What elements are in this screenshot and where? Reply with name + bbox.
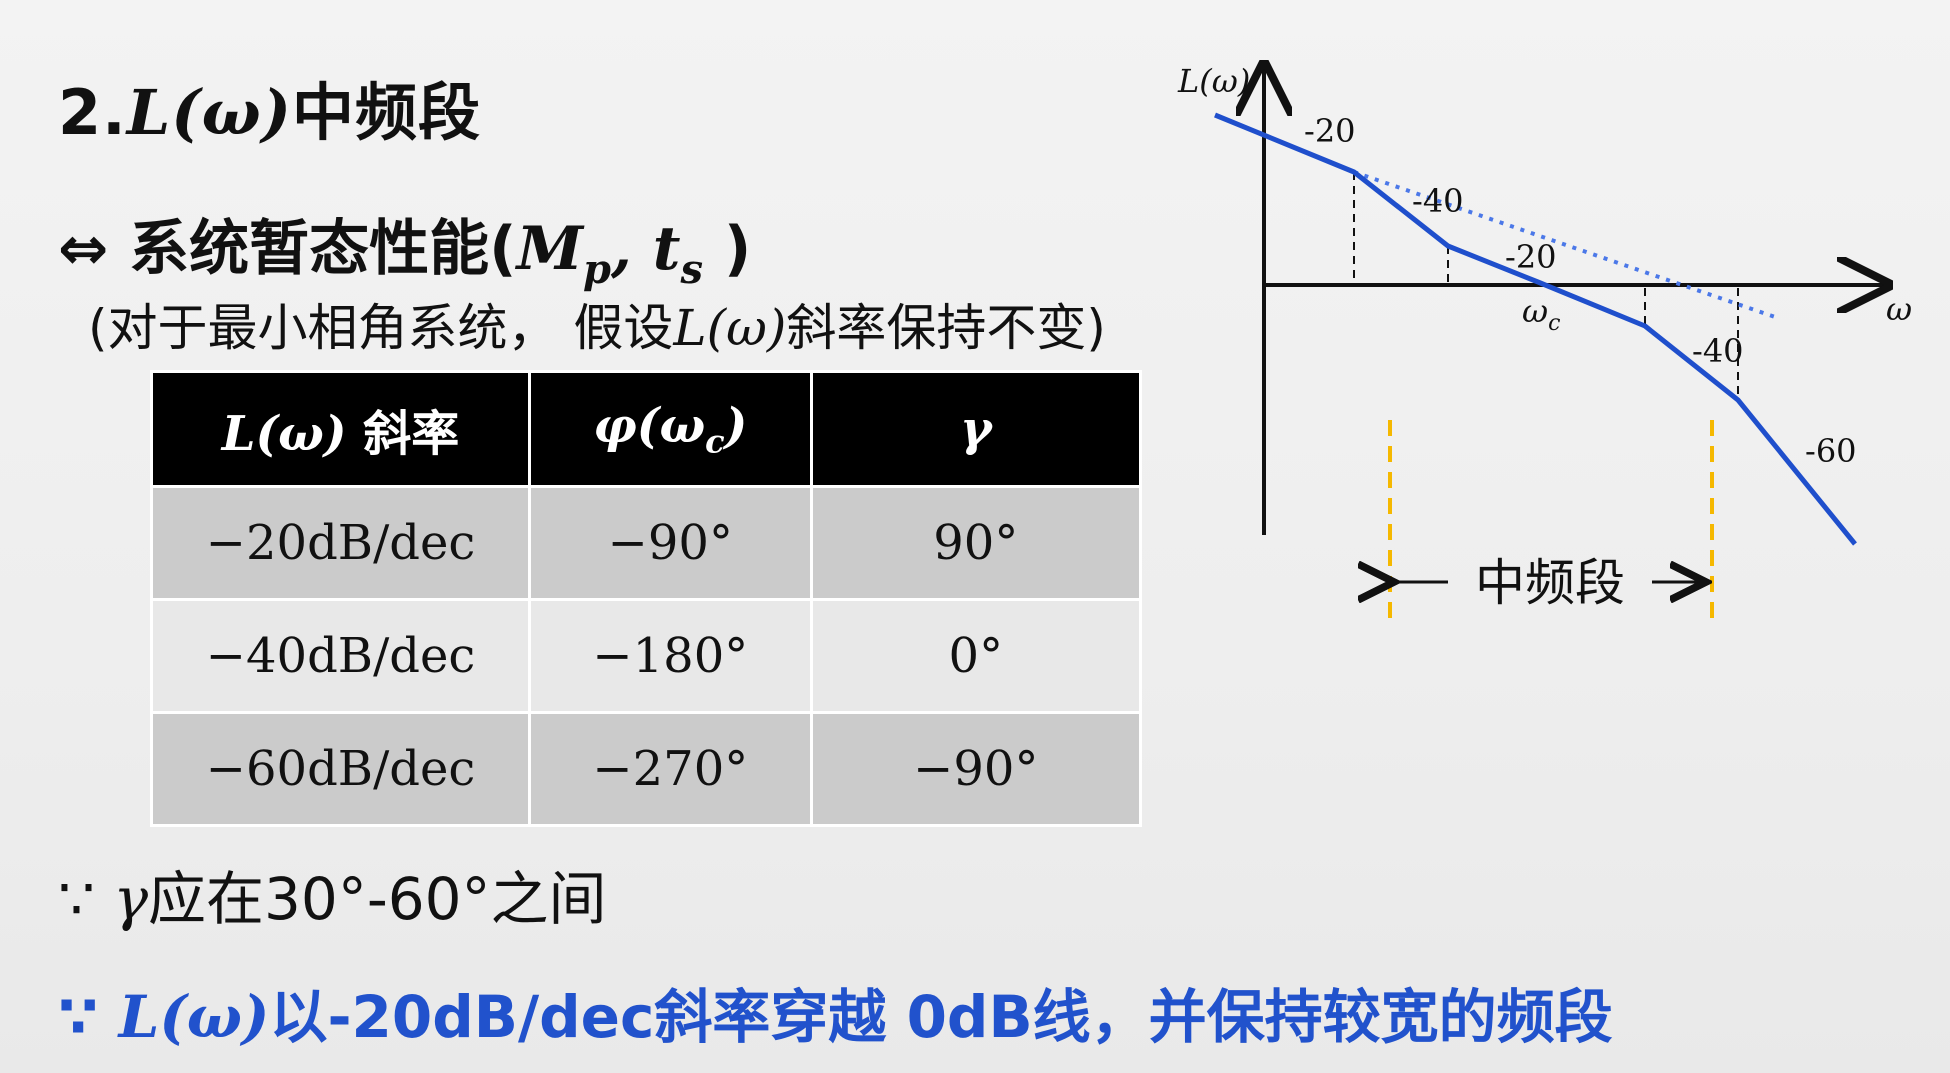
table-row: −60dB/dec −270° −90° xyxy=(149,711,1143,827)
slope-cell: −60dB/dec xyxy=(149,711,532,827)
title-number: 2. xyxy=(58,76,127,149)
equivalence-close: ) xyxy=(703,214,752,284)
header-slope-text: 斜率 xyxy=(346,406,460,462)
because-symbol: ∵ xyxy=(58,983,119,1051)
x-axis-label: ω xyxy=(1886,290,1912,328)
slope-label: -40 xyxy=(1692,332,1744,370)
margin-cell: −90° xyxy=(809,711,1143,827)
slope-label: -20 xyxy=(1505,238,1557,276)
margin-range-statement: ∵ γ应在30°-60°之间 xyxy=(58,852,607,936)
note-open: (对于最小相角系统， 假设 xyxy=(88,299,674,357)
table-row: −20dB/dec −90° 90° xyxy=(149,485,1143,601)
note-math: L(ω) xyxy=(673,299,787,357)
header-phase-close: ) xyxy=(724,397,748,454)
crossover-conclusion: ∵ L(ω)以-20dB/dec斜率穿越 0dB线，并保持较宽的频段 xyxy=(58,970,1613,1054)
header-margin: γ xyxy=(809,370,1143,488)
phase-cell: −270° xyxy=(528,711,813,827)
margin-cell: 90° xyxy=(809,485,1143,601)
margin-cell: 0° xyxy=(809,598,1143,714)
header-slope: L(ω) 斜率 xyxy=(149,370,532,488)
bode-asymptote-diagram: L(ω) ω -20 -40 -20 -40 -60 ωc 中频段 xyxy=(1177,50,1912,628)
overshoot-subscript: p xyxy=(583,246,611,293)
slope-label: -20 xyxy=(1304,112,1356,150)
assumption-note: (对于最小相角系统， 假设L(ω)斜率保持不变) xyxy=(88,288,1106,360)
conclusion-math: L(ω) xyxy=(118,983,270,1051)
header-phase-sub: c xyxy=(705,422,725,461)
phase-cell: −180° xyxy=(528,598,813,714)
equivalence-symbol: ⇔ xyxy=(58,214,109,284)
note-close: 斜率保持不变) xyxy=(786,299,1106,357)
header-phase: φ(ωc) xyxy=(528,370,813,488)
settling-subscript: s xyxy=(680,246,704,293)
slope-cell: −40dB/dec xyxy=(149,598,532,714)
table-row: −40dB/dec −180° 0° xyxy=(149,598,1143,714)
title-text: 中频段 xyxy=(292,76,482,149)
margin-range-text: 应在30°-60°之间 xyxy=(148,865,607,933)
header-slope-math: L(ω) xyxy=(221,406,347,462)
equivalence-line: ⇔ 系统暂态性能(Mp, ts ) xyxy=(58,200,751,293)
because-symbol: ∵ xyxy=(58,865,114,933)
slide-title: 2.L(ω)中频段 xyxy=(58,62,481,152)
slope-label: -40 xyxy=(1412,182,1464,220)
table-header-row: L(ω) 斜率 φ(ωc) γ xyxy=(149,370,1143,488)
slope-label: -60 xyxy=(1805,432,1857,470)
gamma-symbol: γ xyxy=(113,865,149,933)
phase-cell: −90° xyxy=(528,485,813,601)
slope-cell: −20dB/dec xyxy=(149,485,532,601)
slope-margin-table: L(ω) 斜率 φ(ωc) γ −20dB/dec −90° 90° −40dB… xyxy=(149,370,1143,827)
equivalence-text: 系统暂态性能( xyxy=(129,214,517,284)
header-phase-main: φ(ω xyxy=(593,397,706,454)
settling-symbol: , t xyxy=(610,214,681,284)
y-axis-label: L(ω) xyxy=(1177,62,1250,100)
crossover-label: ωc xyxy=(1522,292,1560,336)
conclusion-text: 以-20dB/dec斜率穿越 0dB线，并保持较宽的频段 xyxy=(269,983,1613,1051)
title-math: L(ω) xyxy=(126,76,292,149)
band-label: 中频段 xyxy=(1475,554,1625,612)
overshoot-symbol: M xyxy=(516,214,584,284)
